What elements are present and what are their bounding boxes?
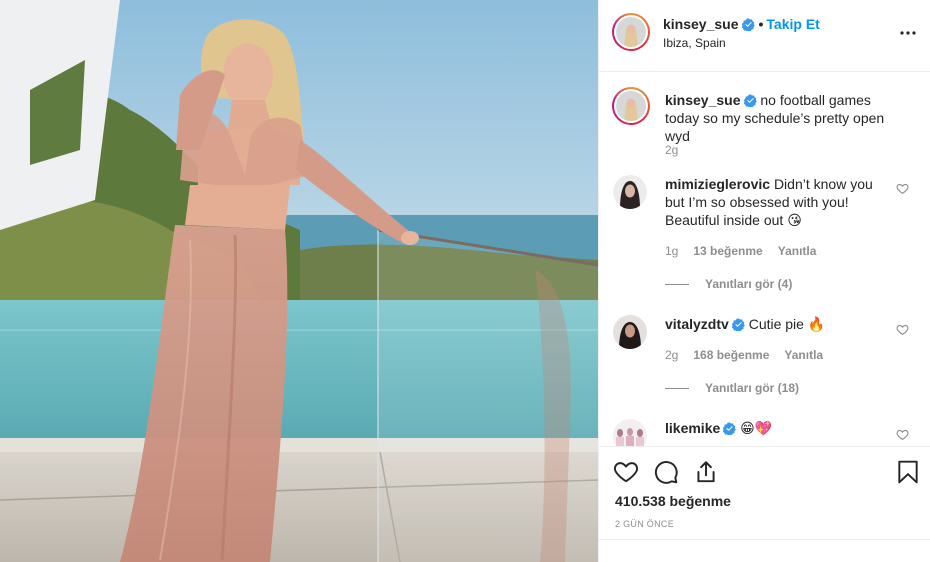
comments-list[interactable]: kinsey_sue no football games today so my… <box>599 73 930 446</box>
comment-username[interactable]: mimizieglerovic <box>665 176 770 192</box>
instagram-post: kinsey_sue • Takip Et Ibiza, Spain kinse… <box>0 0 930 562</box>
post-photo[interactable] <box>0 0 598 562</box>
comment-like-count[interactable]: 168 beğenme <box>693 348 769 362</box>
post-side-panel: kinsey_sue • Takip Et Ibiza, Spain kinse… <box>598 0 930 562</box>
post-timestamp[interactable]: 2 GÜN ÖNCE <box>615 519 674 529</box>
comment-icon[interactable] <box>653 459 679 485</box>
verified-badge-icon <box>741 18 755 31</box>
comment-username[interactable]: likemike <box>665 420 720 436</box>
view-replies-button[interactable]: Yanıtları gör (18) <box>665 381 799 395</box>
caption-username[interactable]: kinsey_sue <box>665 92 741 108</box>
bookmark-icon[interactable] <box>895 459 921 485</box>
reply-button[interactable]: Yanıtla <box>784 348 823 362</box>
commenter-avatar-image <box>613 315 647 349</box>
view-replies-label: Yanıtları gör (18) <box>705 381 800 395</box>
heart-icon[interactable] <box>613 459 639 485</box>
share-icon[interactable] <box>693 459 719 485</box>
commenter-avatar-image <box>613 175 647 209</box>
comment-text: 😁💖 <box>740 420 773 436</box>
author-username[interactable]: kinsey_sue <box>663 16 739 32</box>
photo-illustration <box>0 0 598 562</box>
follow-button[interactable]: Takip Et <box>766 16 819 32</box>
view-replies-label: Yanıtları gör (4) <box>705 277 793 291</box>
post-actions: 410.538 beğenme 2 GÜN ÖNCE <box>599 446 930 562</box>
view-replies-button[interactable]: Yanıtları gör (4) <box>665 277 792 291</box>
comment-like-icon[interactable] <box>896 428 909 441</box>
author-avatar[interactable] <box>612 13 650 51</box>
post-location[interactable]: Ibiza, Spain <box>663 36 726 50</box>
commenter-avatar[interactable] <box>613 175 647 209</box>
replies-divider <box>665 284 689 286</box>
verified-badge-icon <box>743 94 757 107</box>
like-count[interactable]: 410.538 beğenme <box>615 493 731 509</box>
commenter-avatar[interactable] <box>613 419 647 446</box>
commenter-avatar-image <box>613 419 647 446</box>
comment-username[interactable]: vitalyzdtv <box>665 316 729 332</box>
author-avatar-image <box>616 17 646 47</box>
verified-badge-icon <box>731 318 745 331</box>
reply-button[interactable]: Yanıtla <box>778 244 817 258</box>
commenter-avatar[interactable] <box>613 315 647 349</box>
comment-like-count[interactable]: 13 beğenme <box>693 244 762 258</box>
caption-avatar[interactable] <box>612 87 650 125</box>
comment-time[interactable]: 2g <box>665 348 678 362</box>
comment-like-icon[interactable] <box>896 182 909 195</box>
post-header: kinsey_sue • Takip Et Ibiza, Spain <box>599 0 930 72</box>
separator-dot: • <box>758 16 764 32</box>
caption-time[interactable]: 2g <box>665 143 678 157</box>
divider <box>599 539 930 540</box>
comment-text: Cutie pie 🔥 <box>748 316 826 332</box>
caption-avatar-image <box>616 91 646 121</box>
comment-time[interactable]: 1g <box>665 244 678 258</box>
verified-badge-icon <box>723 422 737 435</box>
comment-like-icon[interactable] <box>896 323 909 336</box>
more-options-icon[interactable] <box>899 24 917 42</box>
replies-divider <box>665 388 689 390</box>
